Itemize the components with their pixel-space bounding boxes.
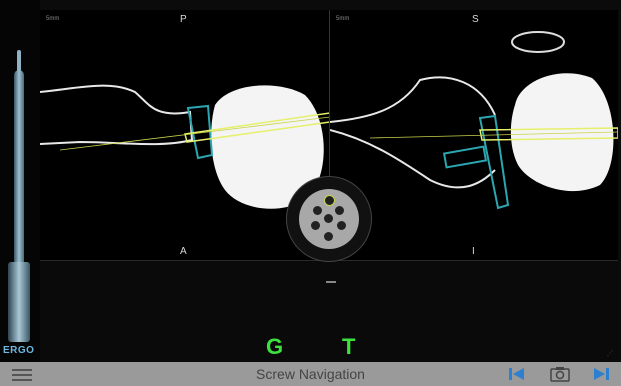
dial-hole	[337, 221, 346, 230]
left-scale-label: 5mm	[46, 16, 60, 22]
right-bottom-orientation: I	[472, 246, 475, 257]
app-frame: ERGO 5mm P A 5mm S I G T ⋰ Screw Navigat…	[0, 0, 621, 386]
instrument-handle-icon	[8, 262, 30, 342]
dial-hole	[335, 206, 344, 215]
bone-outline-lower	[330, 129, 496, 189]
lower-panel	[40, 260, 618, 363]
target-dial	[286, 176, 372, 262]
collapse-handle[interactable]	[326, 281, 336, 283]
indicator-g: G	[266, 334, 284, 359]
camera-icon[interactable]	[550, 366, 570, 382]
dial-hole	[324, 232, 333, 241]
dial-hole	[324, 214, 333, 223]
bone-outline-upper	[330, 76, 496, 123]
bone-outline	[40, 84, 194, 146]
skip-previous-icon[interactable]	[508, 366, 526, 382]
instrument-shaft-icon	[14, 70, 24, 270]
dial-hole	[313, 206, 322, 215]
right-view[interactable]: 5mm S I	[330, 10, 618, 260]
dial-hole	[311, 221, 320, 230]
screen-title: Screw Navigation	[256, 366, 365, 382]
indicator-t: T	[342, 334, 356, 359]
right-scale-label: 5mm	[336, 16, 350, 22]
target-dial-face	[299, 189, 359, 249]
guide-handle	[442, 145, 488, 169]
right-top-orientation: S	[472, 14, 479, 25]
ring-artifact	[511, 31, 565, 53]
corner-mark: ⋰	[607, 351, 613, 357]
instrument-brand: ERGO	[3, 345, 35, 356]
left-bottom-orientation: A	[180, 246, 187, 257]
skip-next-icon[interactable]	[592, 366, 610, 382]
bottom-toolbar: Screw Navigation	[0, 362, 621, 386]
right-view-image	[330, 31, 618, 210]
instrument-panel: ERGO	[0, 0, 40, 362]
dial-hole-active	[324, 195, 335, 206]
left-top-orientation: P	[180, 14, 187, 25]
